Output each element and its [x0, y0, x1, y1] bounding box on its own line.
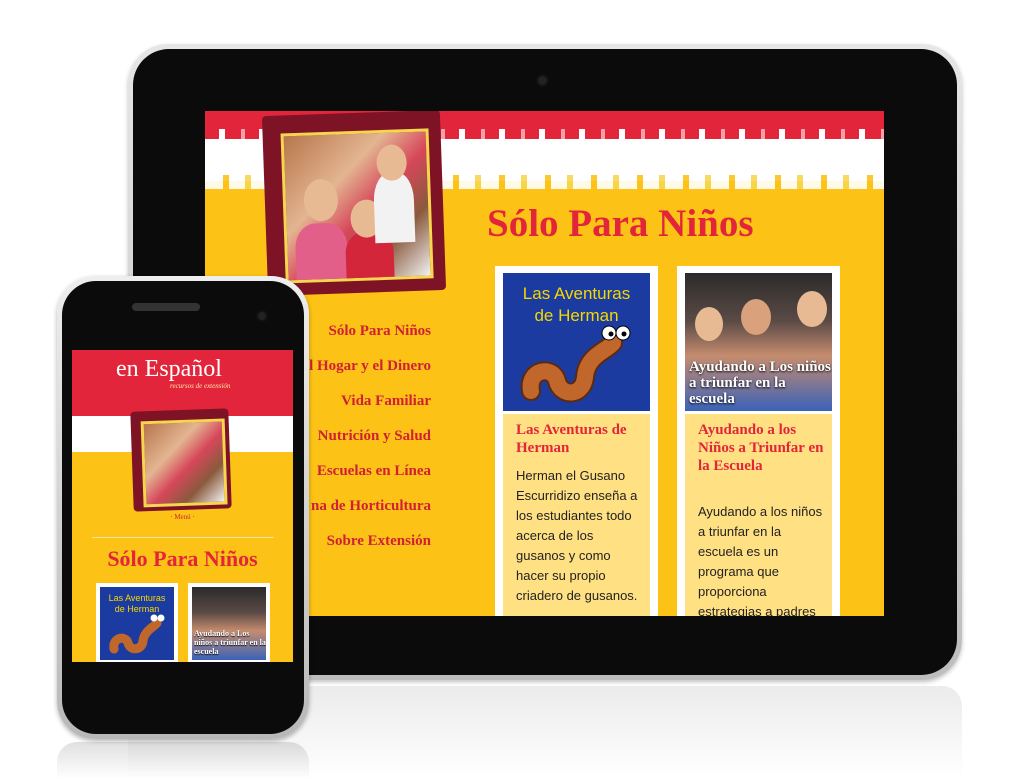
phone-camera [258, 312, 266, 320]
card-ayudando[interactable]: Ayudando a Los niños a triunfar en la es… [677, 266, 840, 616]
herman-card-text: Herman el Gusano Escurridizo enseña a lo… [516, 468, 638, 603]
site-logo[interactable]: en Español [116, 356, 222, 383]
menu-toggle[interactable]: · Menú · [72, 513, 293, 521]
header-photo-frame [261, 111, 447, 297]
site-tagline: recursos de extensión [170, 382, 231, 390]
ayudando-image-text: Ayudando a Los niños a triunfar en la es… [689, 359, 831, 407]
card-herman[interactable]: Las Aventuras de Herman Las Aventuras de… [495, 266, 658, 616]
phone-card-herman[interactable]: Las Aventuras de Herman [96, 583, 178, 662]
kids-face-right [797, 291, 827, 327]
phone-reflection [57, 742, 309, 779]
kids-face-center [741, 299, 771, 335]
ayudando-card-text: Ayudando a los niños a triunfar en la es… [698, 504, 823, 616]
page-title: Sólo Para Niños [487, 202, 754, 245]
phone-speaker [132, 303, 200, 311]
kids-photo [280, 128, 434, 284]
phone-kids-photo [140, 418, 228, 508]
kids-face-left [695, 307, 723, 341]
phone-ayudando-image[interactable]: Ayudando a Los niños a triunfar en la es… [192, 587, 266, 660]
tablet-camera [538, 76, 547, 85]
divider [92, 537, 274, 538]
phone-photo-frame [130, 408, 232, 512]
photo-shirt-left [294, 222, 349, 284]
phone-ayudando-text: Ayudando a Los niños a triunfar en la es… [194, 629, 266, 656]
phone-worm-icon [109, 614, 165, 654]
herman-card-body: Las Aventuras de Herman Herman el Gusano… [503, 414, 650, 616]
phone-herman-image[interactable]: Las Aventuras de Herman [100, 587, 174, 660]
phone-page-title: Sólo Para Niños [107, 546, 258, 571]
herman-image[interactable]: Las Aventuras de Herman [503, 273, 650, 411]
phone-screen: en Español recursos de extensión · Menú … [72, 350, 293, 662]
ayudando-image[interactable]: Ayudando a Los niños a triunfar en la es… [685, 273, 832, 411]
photo-face-left [302, 178, 339, 222]
ayudando-card-title[interactable]: Ayudando a los Niños a Triunfar en la Es… [698, 421, 826, 475]
phone-card-ayudando[interactable]: Ayudando a Los niños a triunfar en la es… [188, 583, 270, 662]
photo-shirt-right [372, 171, 416, 244]
ayudando-card-body: Ayudando a los Niños a Triunfar en la Es… [685, 414, 832, 616]
herman-card-title[interactable]: Las Aventuras de Herman [516, 421, 644, 457]
worm-icon [520, 325, 631, 403]
